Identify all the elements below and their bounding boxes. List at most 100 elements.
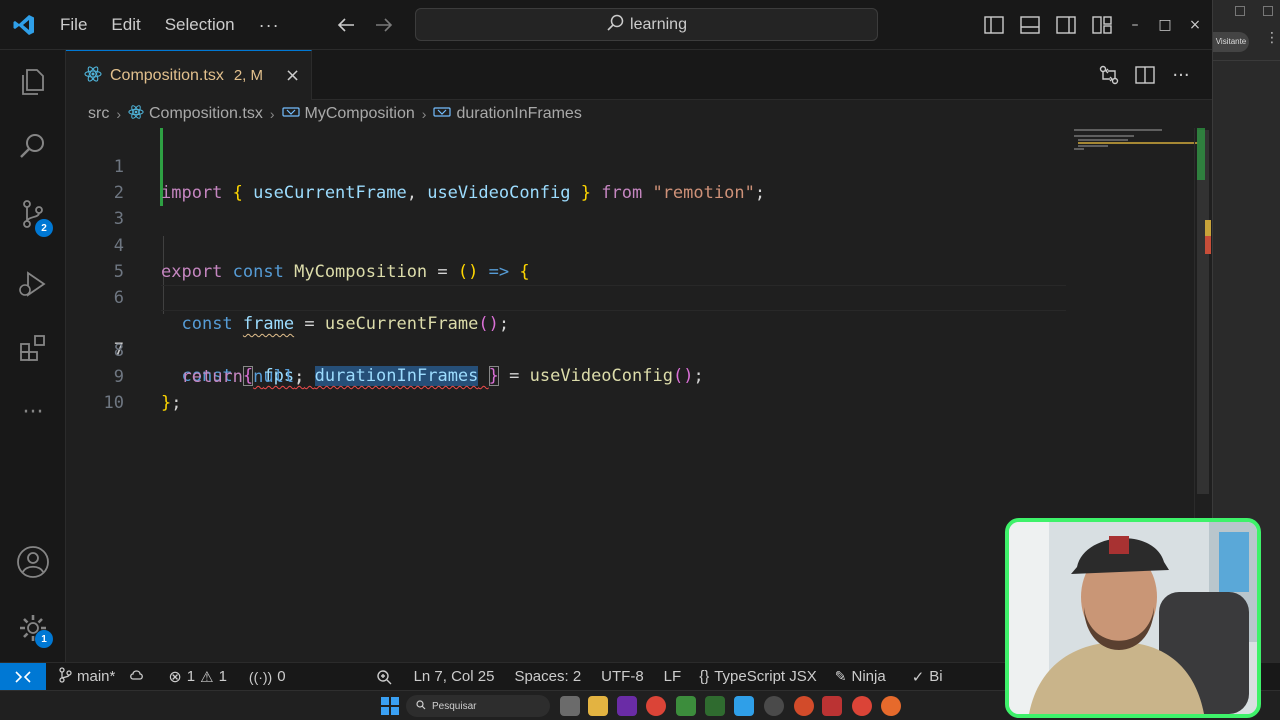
eol-status[interactable]: LF bbox=[656, 663, 690, 691]
settings-badge: 1 bbox=[35, 630, 53, 648]
app-icon[interactable] bbox=[822, 696, 842, 716]
app-icon[interactable] bbox=[676, 696, 696, 716]
vscode-taskbar-icon[interactable] bbox=[734, 696, 754, 716]
branch-name: main* bbox=[77, 668, 116, 685]
git-branch-icon bbox=[58, 666, 72, 687]
browser-minimize-icon[interactable] bbox=[1235, 6, 1245, 16]
branch-status[interactable]: main* bbox=[50, 663, 154, 691]
browser-maximize-icon[interactable] bbox=[1263, 6, 1273, 16]
language-status[interactable]: {} TypeScript JSX bbox=[691, 663, 825, 691]
command-center-search[interactable]: learning bbox=[415, 8, 878, 41]
menu-selection[interactable]: Selection bbox=[153, 10, 247, 40]
chrome-icon[interactable] bbox=[881, 696, 901, 716]
truncated-status-item[interactable]: ✓ Bi bbox=[904, 663, 951, 691]
taskbar-search[interactable]: Pesquisar bbox=[406, 695, 550, 717]
scrollbar-warning-mark bbox=[1205, 220, 1211, 236]
webcam-overlay bbox=[1005, 518, 1261, 718]
breadcrumb-folder[interactable]: src bbox=[88, 105, 109, 123]
toggle-secondary-sidebar-icon[interactable] bbox=[1048, 10, 1084, 40]
taskbar-search-placeholder: Pesquisar bbox=[432, 700, 477, 712]
code-line[interactable]: 8 return null; bbox=[66, 312, 1068, 387]
task-view-icon[interactable] bbox=[560, 696, 580, 716]
braces-icon: {} bbox=[699, 668, 710, 685]
file-explorer-icon[interactable] bbox=[588, 696, 608, 716]
current-line-highlight bbox=[161, 285, 1066, 311]
chevron-right-icon: › bbox=[421, 106, 427, 122]
settings-gear-icon[interactable]: 1 bbox=[0, 600, 66, 656]
customize-layout-icon[interactable] bbox=[1084, 10, 1120, 40]
sync-icon[interactable] bbox=[128, 668, 146, 686]
search-icon bbox=[416, 699, 426, 713]
app-icon[interactable] bbox=[617, 696, 637, 716]
code-line[interactable]: 10 bbox=[66, 364, 1068, 413]
tab-composition-tsx[interactable]: Composition.tsx 2, M × bbox=[66, 50, 312, 100]
extension-status[interactable]: ✎ Ninja bbox=[827, 663, 894, 691]
breadcrumb-symbol-mycomposition[interactable]: MyComposition bbox=[281, 105, 415, 124]
terminal-icon[interactable] bbox=[705, 696, 725, 716]
back-arrow-icon[interactable] bbox=[328, 10, 364, 40]
code-line[interactable]: 9 }; bbox=[66, 338, 1068, 413]
code-line[interactable]: 6 const frame = useCurrentFrame(); bbox=[66, 259, 1068, 334]
open-changes-icon[interactable] bbox=[1096, 62, 1122, 88]
extensions-icon[interactable] bbox=[0, 320, 66, 376]
chevron-right-icon: › bbox=[269, 106, 275, 122]
warning-count: 1 bbox=[218, 668, 227, 685]
forward-arrow-icon[interactable] bbox=[366, 10, 402, 40]
toggle-panel-icon[interactable] bbox=[1012, 10, 1048, 40]
split-editor-icon[interactable] bbox=[1132, 62, 1158, 88]
minimap-line bbox=[1078, 139, 1128, 141]
app-icon[interactable] bbox=[794, 696, 814, 716]
menu-file[interactable]: File bbox=[48, 10, 99, 40]
code-line[interactable]: 1 import { useCurrentFrame, useVideoConf… bbox=[66, 128, 1068, 203]
vscode-logo-icon bbox=[0, 0, 48, 50]
warning-icon: ⚠ bbox=[200, 668, 214, 686]
code-line-current[interactable]: 7 const { fps, durationInFrames } = useV… bbox=[66, 285, 1068, 386]
windows-start-icon[interactable] bbox=[380, 696, 400, 716]
toggle-sidebar-icon[interactable] bbox=[976, 10, 1012, 40]
editor-tab-bar: Composition.tsx 2, M × ··· bbox=[66, 50, 1212, 100]
more-actions-icon[interactable]: ··· bbox=[1168, 62, 1194, 88]
chrome-icon[interactable] bbox=[646, 696, 666, 716]
cursor-position[interactable]: Ln 7, Col 25 bbox=[406, 663, 503, 691]
code-line[interactable]: 3 bbox=[66, 180, 1068, 229]
react-file-icon bbox=[128, 104, 144, 125]
scrollbar-error-mark bbox=[1205, 236, 1211, 254]
run-debug-icon[interactable] bbox=[0, 256, 66, 312]
minimap-line bbox=[1074, 148, 1084, 150]
code-line[interactable]: 2 bbox=[66, 154, 1068, 203]
maximize-button[interactable]: □ bbox=[1150, 10, 1180, 40]
tab-close-icon[interactable]: × bbox=[285, 65, 300, 86]
account-icon[interactable] bbox=[0, 534, 66, 590]
browser-menu-icon[interactable]: ⋮ bbox=[1265, 30, 1279, 46]
app-icon[interactable] bbox=[764, 696, 784, 716]
close-window-button[interactable]: × bbox=[1180, 10, 1210, 40]
scrollbar-thumb[interactable] bbox=[1197, 130, 1209, 494]
breadcrumb-symbol-durationinframes[interactable]: durationInFrames bbox=[433, 105, 582, 124]
problems-status[interactable]: ⊗ 1 ⚠ 1 bbox=[160, 663, 235, 691]
encoding-status[interactable]: UTF-8 bbox=[593, 663, 652, 691]
breadcrumb: src › Composition.tsx › MyComposition › … bbox=[88, 101, 582, 127]
menu-edit[interactable]: Edit bbox=[99, 10, 152, 40]
zoom-icon[interactable] bbox=[368, 663, 400, 691]
visitor-profile-button[interactable]: Visitante bbox=[1213, 32, 1249, 52]
minimize-button[interactable]: – bbox=[1120, 10, 1150, 40]
minimap-line bbox=[1074, 135, 1134, 137]
browser-divider bbox=[1213, 60, 1280, 61]
ports-status[interactable]: ((·)) 0 bbox=[241, 663, 294, 691]
code-line[interactable]: 5 bbox=[66, 233, 1068, 282]
indentation-status[interactable]: Spaces: 2 bbox=[506, 663, 589, 691]
tools-icon: ✎ bbox=[834, 668, 847, 684]
breadcrumb-file[interactable]: Composition.tsx bbox=[128, 104, 263, 125]
react-file-icon bbox=[84, 65, 102, 87]
code-line[interactable]: 4 export const MyComposition = () => { bbox=[66, 207, 1068, 282]
menu-more-button[interactable]: ··· bbox=[247, 10, 292, 40]
explorer-icon[interactable] bbox=[0, 54, 66, 110]
search-sidebar-icon[interactable] bbox=[0, 118, 66, 174]
source-control-icon[interactable]: 2 bbox=[0, 186, 66, 242]
title-bar: File Edit Selection ··· learning – □ × bbox=[0, 0, 1212, 50]
minimap-line bbox=[1074, 129, 1162, 131]
broadcast-icon: ((·)) bbox=[248, 668, 273, 685]
chrome-icon[interactable] bbox=[852, 696, 872, 716]
more-views-icon[interactable]: ··· bbox=[0, 384, 66, 440]
remote-connection-button[interactable] bbox=[0, 662, 46, 691]
